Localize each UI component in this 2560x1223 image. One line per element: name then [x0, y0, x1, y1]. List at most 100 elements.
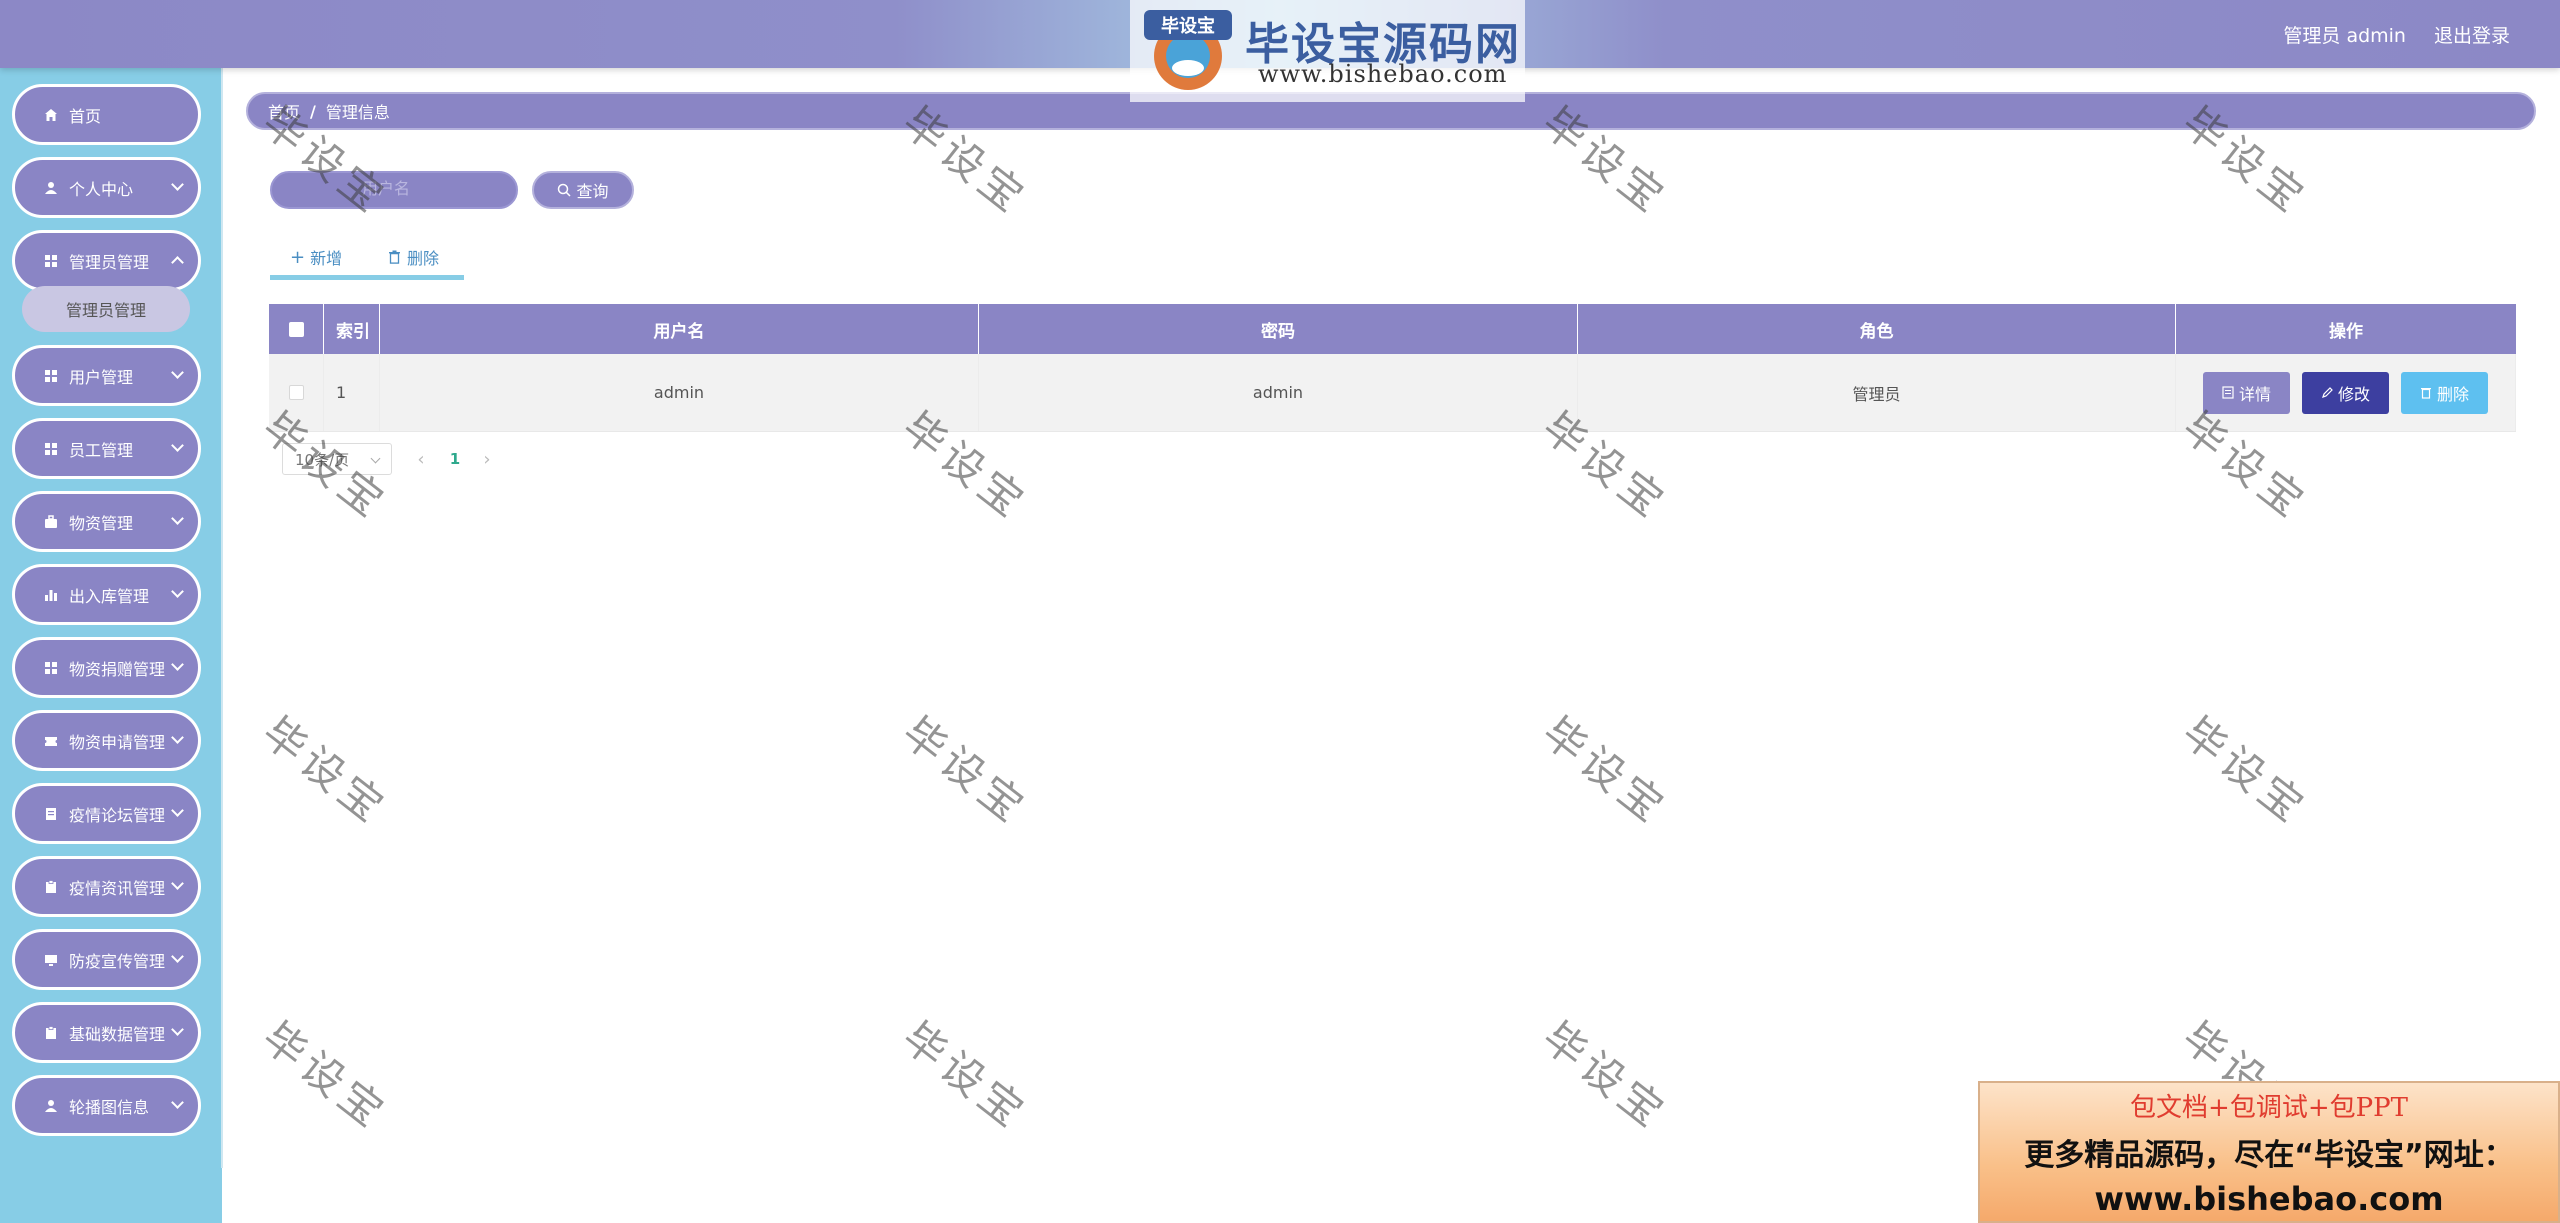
sidebar-item-basic-data-management[interactable]: 基础数据管理: [12, 1002, 201, 1063]
sidebar-item-label: 疫情资讯管理: [69, 878, 166, 898]
submenu-item-admin-management[interactable]: 管理员管理: [22, 286, 190, 332]
svg-text:毕设宝: 毕设宝: [1161, 15, 1215, 37]
header-user-area: 管理员 admin 退出登录: [2283, 0, 2510, 68]
document-icon: [2222, 386, 2234, 399]
grid-icon: [43, 368, 59, 384]
sidebar-item-carousel-info[interactable]: 轮播图信息: [12, 1075, 201, 1136]
row-checkbox-cell[interactable]: [269, 354, 324, 431]
chevron-down-icon: [171, 1096, 184, 1109]
sidebar-item-inout-management[interactable]: 出入库管理: [12, 564, 201, 625]
logout-button[interactable]: 退出登录: [2434, 21, 2510, 48]
sidebar-item-donation-management[interactable]: 物资捐赠管理: [12, 637, 201, 698]
sidebar-item-admin-management[interactable]: 管理员管理: [12, 230, 201, 291]
sidebar-item-label: 疫情论坛管理: [69, 805, 166, 825]
sidebar-item-home[interactable]: 首页: [12, 84, 201, 145]
column-header-username: 用户名: [380, 304, 979, 354]
cell-password: admin: [979, 354, 1578, 431]
edit-button[interactable]: 修改: [2302, 371, 2389, 414]
column-header-index: 索引: [324, 304, 380, 354]
current-user-label: 管理员 admin: [2283, 24, 2406, 47]
column-header-actions: 操作: [2329, 321, 2363, 342]
cell-actions: 详情 修改 删除: [2176, 354, 2516, 431]
user-icon: [43, 1098, 59, 1114]
sidebar-item-personal-center[interactable]: 个人中心: [12, 157, 201, 218]
search-icon: [558, 183, 572, 197]
sidebar-item-application-management[interactable]: 物资申请管理: [12, 710, 201, 771]
chevron-down-icon: [171, 877, 184, 890]
cell-role: 管理员: [1578, 354, 2176, 431]
watermark: 毕设宝: [1533, 1012, 1677, 1140]
watermark: 毕设宝: [893, 1012, 1037, 1140]
grid-icon: [43, 253, 59, 269]
page-size-value: 10条/页: [295, 450, 350, 469]
chevron-down-icon: [370, 453, 381, 464]
sidebar-item-label: 防疫宣传管理: [69, 951, 166, 971]
sidebar-item-forum-management[interactable]: 疫情论坛管理: [12, 783, 201, 844]
promo-banner[interactable]: 包文档+包调试+包PPT 更多精品源码，尽在“毕设宝”网址： www.bishe…: [1978, 1081, 2560, 1223]
select-all-checkbox-cell[interactable]: [269, 304, 324, 354]
trash-icon: [2420, 388, 2431, 399]
row-checkbox[interactable]: [288, 385, 304, 400]
sidebar-item-label: 轮播图信息: [69, 1097, 150, 1117]
sidebar-item-publicity-management[interactable]: 防疫宣传管理: [12, 929, 201, 990]
watermark: 毕设宝: [893, 707, 1037, 835]
prev-page-button[interactable]: ‹: [412, 447, 430, 471]
brand-url: www.bishebao.com: [1258, 60, 1508, 88]
batch-delete-button[interactable]: 删除: [388, 240, 439, 274]
document-icon: [43, 806, 59, 822]
chevron-down-icon: [171, 585, 184, 598]
chevron-down-icon: [171, 366, 184, 379]
sidebar-item-label: 基础数据管理: [69, 1024, 166, 1044]
next-page-button[interactable]: ›: [478, 447, 496, 471]
grid-icon: [43, 660, 59, 676]
brand-logo: 毕设宝 毕设宝源码网 www.bishebao.com: [1130, 0, 1525, 102]
chevron-up-icon: [171, 256, 184, 269]
page-number-current[interactable]: 1: [446, 447, 464, 471]
chevron-down-icon: [171, 731, 184, 744]
sidebar-item-staff-management[interactable]: 员工管理: [12, 418, 201, 479]
page-size-select[interactable]: 10条/页: [282, 443, 392, 475]
cell-index: 1: [324, 354, 380, 431]
watermark: 毕设宝: [1533, 707, 1677, 835]
monitor-icon: [43, 952, 59, 968]
sidebar-item-supplies-management[interactable]: 物资管理: [12, 491, 201, 552]
sidebar-item-label: 管理员管理: [69, 252, 150, 272]
promo-url: www.bishebao.com: [2094, 1180, 2444, 1218]
briefcase-icon: [43, 514, 59, 530]
row-delete-button[interactable]: 删除: [2401, 371, 2488, 414]
sidebar-item-news-management[interactable]: 疫情资讯管理: [12, 856, 201, 917]
sidebar-item-label: 物资申请管理: [69, 732, 166, 752]
chevron-down-icon: [171, 439, 184, 452]
breadcrumb-home-link[interactable]: 首页: [268, 99, 300, 123]
column-header-password: 密码: [979, 304, 1578, 354]
add-button-label: 新增: [310, 249, 343, 268]
detail-button[interactable]: 详情: [2203, 371, 2290, 414]
chevron-left-icon: ‹: [417, 448, 425, 470]
sidebar-item-label: 用户管理: [69, 367, 134, 387]
bar-chart-icon: [43, 587, 59, 603]
cell-username: admin: [380, 354, 979, 431]
search-button[interactable]: 查询: [532, 171, 634, 209]
sidebar-item-label: 物资捐赠管理: [69, 659, 166, 679]
edit-button-label: 修改: [2337, 384, 2370, 404]
select-all-checkbox[interactable]: [288, 321, 304, 337]
detail-button-label: 详情: [2238, 384, 2271, 404]
admin-table: 索引 用户名 密码 角色 操作 1 admin admin 管理员 详情 修改 …: [269, 304, 2516, 432]
user-icon: [43, 180, 59, 196]
username-search-input[interactable]: [270, 171, 518, 209]
search-button-label: 查询: [576, 182, 609, 201]
home-icon: [43, 107, 59, 123]
grid-icon: [43, 441, 59, 457]
clipboard-icon: [43, 1025, 59, 1041]
sidebar-item-label: 首页: [69, 106, 102, 126]
brand-emblem-icon: 毕设宝: [1144, 10, 1232, 90]
add-button[interactable]: + 新增: [290, 240, 342, 274]
chevron-down-icon: [171, 950, 184, 963]
sidebar-item-user-management[interactable]: 用户管理: [12, 345, 201, 406]
batch-delete-label: 删除: [407, 249, 440, 268]
promo-line-2: 更多精品源码，尽在“毕设宝”网址：: [2024, 1138, 2514, 1173]
plus-icon: +: [290, 246, 306, 268]
action-bar: + 新增 删除: [270, 240, 464, 280]
table-header: 索引 用户名 密码 角色 操作: [269, 304, 2516, 354]
sidebar-item-label: 个人中心: [69, 179, 134, 199]
